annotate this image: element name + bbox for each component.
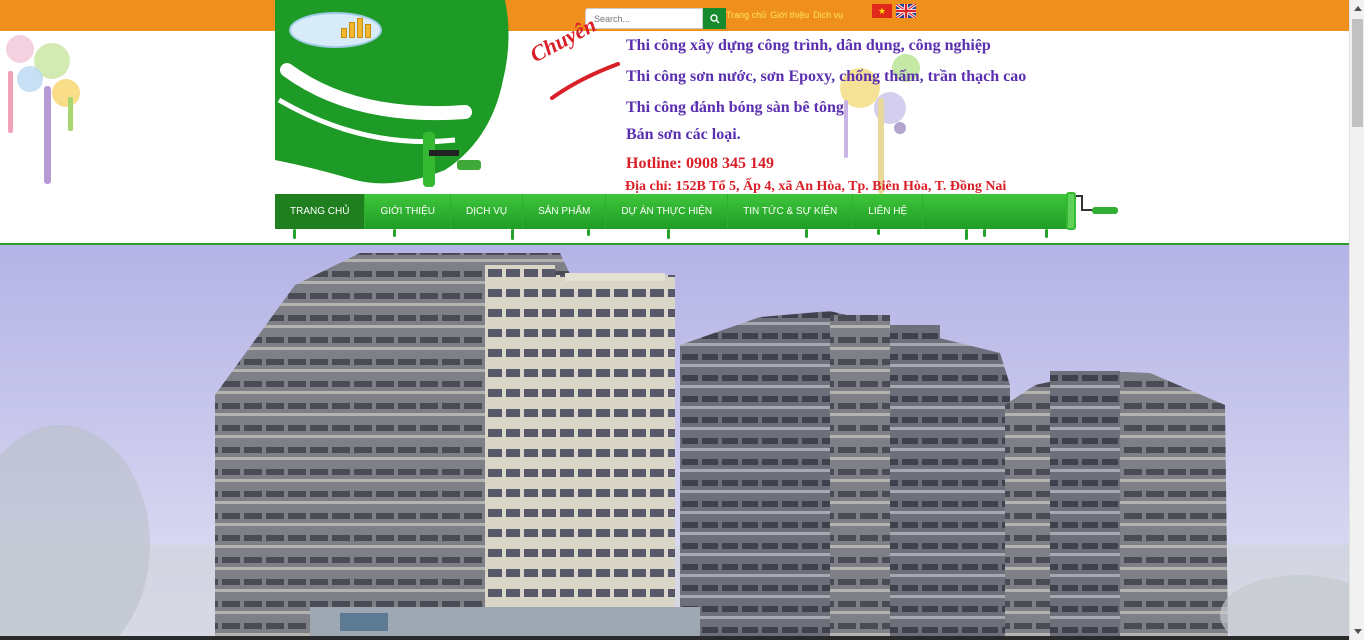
service-line: Thi công đánh bóng sàn bê tông	[626, 99, 844, 116]
vertical-scrollbar[interactable]	[1349, 0, 1364, 640]
main-navigation: Trang chủ Giới thiệu Dịch vụ Sản phẩm Dự…	[275, 194, 1072, 229]
hero-banner	[0, 245, 1349, 636]
service-line: Bán sơn các loại.	[626, 126, 741, 143]
search-input[interactable]	[585, 8, 703, 29]
scroll-up-button[interactable]	[1350, 0, 1364, 17]
hero-building-illustration	[0, 253, 1349, 636]
search-icon	[709, 13, 720, 24]
toplink-home[interactable]: Trang chủ	[726, 10, 766, 20]
chevron-up-icon	[1353, 6, 1362, 11]
chevron-down-icon	[1353, 629, 1362, 634]
nav-item-products[interactable]: Sản phẩm	[523, 194, 607, 229]
top-links: Trang chủ Giới thiệu Dịch vụ	[726, 10, 843, 20]
flag-star: ★	[877, 5, 887, 16]
nav-item-news-events[interactable]: Tin tức & sự kiện	[728, 194, 854, 229]
uk-flag-graphic	[896, 4, 916, 18]
search-button[interactable]	[703, 8, 726, 29]
uk-flag-icon[interactable]	[896, 4, 916, 18]
service-line: Thi công xây dựng công trình, dân dụng, …	[626, 37, 991, 54]
scrollbar-thumb[interactable]	[1352, 19, 1363, 127]
bottom-border	[0, 636, 1349, 640]
search-box	[585, 8, 726, 29]
company-logo[interactable]	[289, 12, 382, 48]
paint-drips-decoration	[293, 229, 1048, 240]
paint-roller-icon	[1066, 192, 1118, 230]
hotline: Hotline: 0908 345 149	[626, 155, 774, 172]
toplink-services[interactable]: Dịch vụ	[813, 10, 843, 20]
service-line: Thi công sơn nước, sơn Epoxy, chống thấm…	[626, 68, 1027, 85]
paint-splatter-decoration	[6, 35, 80, 184]
address: Địa chỉ: 152B Tổ 5, Ấp 4, xã An Hòa, Tp.…	[625, 179, 1007, 194]
nav-item-home[interactable]: Trang chủ	[275, 194, 366, 229]
slogan-underline-stroke	[550, 62, 620, 100]
vietnam-flag-icon[interactable]: ★	[872, 4, 892, 18]
toplink-about[interactable]: Giới thiệu	[770, 10, 809, 20]
nav-item-services[interactable]: Dịch vụ	[451, 194, 524, 229]
nav-item-projects[interactable]: Dự án thực hiện	[606, 194, 729, 229]
scroll-down-button[interactable]	[1350, 623, 1364, 640]
nav-item-contact[interactable]: Liên hệ	[853, 194, 924, 229]
logo-bars	[341, 18, 371, 38]
nav-item-about[interactable]: Giới thiệu	[365, 194, 451, 229]
